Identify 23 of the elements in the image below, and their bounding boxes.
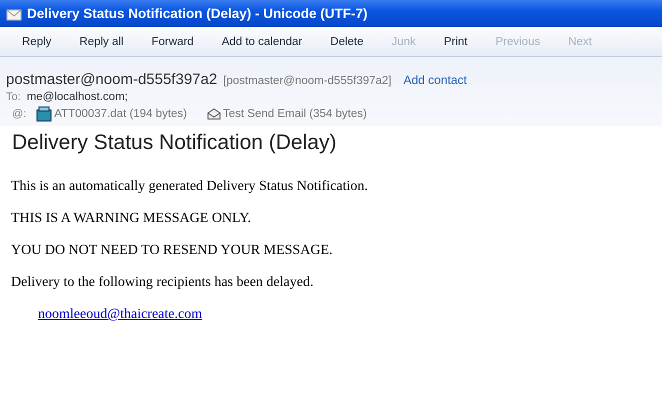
window-title: Delivery Status Notification (Delay) - Unicode (UTF-7) bbox=[27, 6, 368, 21]
toolbar-button[interactable]: Forward bbox=[138, 32, 208, 50]
file-icon bbox=[36, 106, 52, 122]
attachment-link[interactable]: Test Send Email (354 bytes) bbox=[222, 108, 367, 120]
toolbar-button[interactable]: Reply bbox=[8, 32, 66, 50]
envelope-icon bbox=[6, 6, 22, 20]
recipient: me@localhost.com; bbox=[26, 91, 128, 103]
attachment-link[interactable]: ATT00037.dat (194 bytes) bbox=[54, 108, 187, 120]
add-contact-link[interactable]: Add contact bbox=[404, 73, 467, 87]
body-paragraph: YOU DO NOT NEED TO RESEND YOUR MESSAGE. bbox=[11, 243, 334, 259]
body-paragraph: This is an automatically generated Delivery Status Notification. bbox=[11, 179, 369, 195]
toolbar-button[interactable]: Add to calendar bbox=[208, 32, 316, 50]
envelope-icon bbox=[206, 108, 221, 120]
toolbar-button[interactable]: Delete bbox=[316, 32, 378, 50]
sender-name: postmaster@noom-d555f397a2 bbox=[6, 71, 218, 88]
to-label: To: bbox=[6, 91, 21, 103]
email-link[interactable]: noomleeoud@thaicreate.com bbox=[38, 307, 202, 322]
toolbar-button[interactable]: Print bbox=[430, 32, 482, 50]
attachments-label: @: bbox=[12, 108, 26, 120]
sender-address: [postmaster@noom-d555f397a2] bbox=[223, 75, 392, 87]
toolbar-button[interactable]: Reply all bbox=[65, 32, 138, 50]
body-paragraph: THIS IS A WARNING MESSAGE ONLY. bbox=[11, 211, 252, 227]
body-paragraph: Delivery to the following recipients has been delayed. bbox=[11, 275, 314, 291]
